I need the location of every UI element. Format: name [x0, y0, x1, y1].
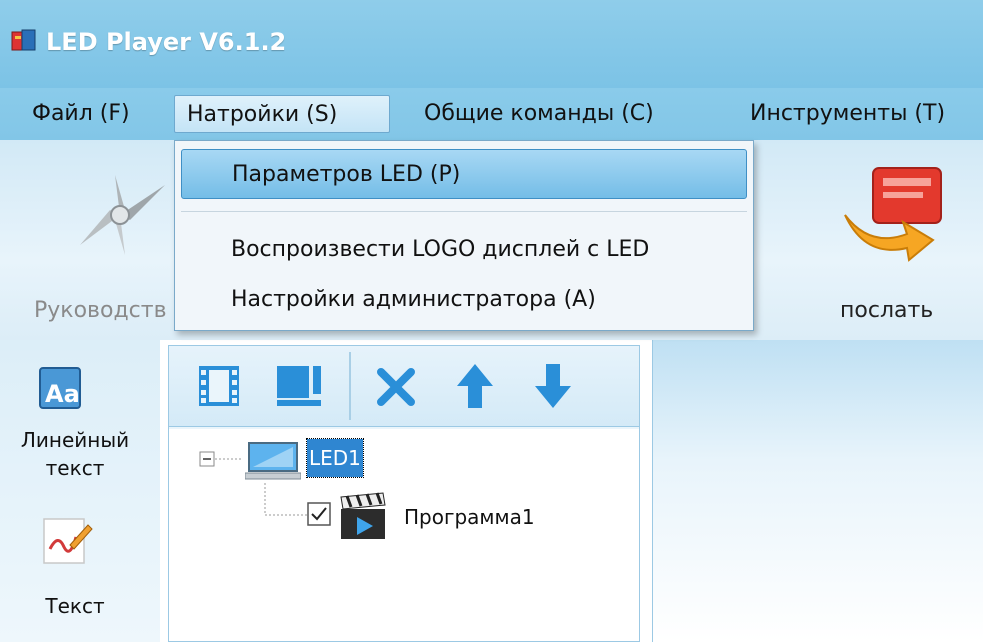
line-text-icon[interactable]: Aa: [36, 362, 86, 412]
arrow-up-icon[interactable]: [455, 362, 495, 410]
preview-panel: [652, 340, 983, 642]
menu-separator: [181, 211, 747, 212]
clapperboard-icon: [340, 492, 386, 539]
guide-label: Руководств: [34, 298, 167, 323]
delete-icon[interactable]: [375, 366, 417, 408]
menu-common-commands[interactable]: Общие команды (C): [412, 95, 666, 133]
tree-node-program1[interactable]: Программа1: [404, 505, 535, 529]
collapse-icon[interactable]: [199, 451, 215, 467]
tree-node-led1[interactable]: LED1: [306, 438, 364, 478]
monitor-icon: [245, 442, 301, 480]
svg-text:Aa: Aa: [45, 380, 80, 408]
tree-body: LED1 Программа1: [169, 429, 639, 641]
menu-file[interactable]: Файл (F): [20, 95, 142, 133]
left-tools-panel: Aa Линейный текст Текст: [0, 340, 160, 642]
program-tree-panel: LED1 Программа1: [168, 345, 640, 642]
tree-node-led1-label: LED1: [309, 446, 361, 470]
arrow-down-icon[interactable]: [533, 362, 573, 410]
menu-item-admin-settings[interactable]: Настройки администратора (A): [181, 275, 747, 325]
line-text-label-2: текст: [45, 456, 105, 480]
film-icon[interactable]: [197, 364, 241, 408]
tree-toolbar: [169, 346, 639, 427]
line-text-label-1: Линейный: [20, 428, 130, 452]
menu-tools[interactable]: Инструменты (T): [738, 95, 957, 133]
window-title: LED Player V6.1.2: [46, 28, 287, 56]
send-label[interactable]: послать: [840, 298, 933, 323]
menu-item-led-parameters[interactable]: Параметров LED (P): [181, 149, 747, 199]
text-tool-label: Текст: [45, 594, 105, 618]
toolbar-divider: [349, 352, 351, 420]
settings-dropdown: Параметров LED (P) Воспроизвести LOGO ди…: [174, 140, 754, 331]
menu-item-play-logo[interactable]: Воспроизвести LOGO дисплей с LED: [181, 225, 747, 275]
area-icon[interactable]: [275, 364, 325, 408]
text-icon[interactable]: [40, 515, 94, 569]
menu-settings[interactable]: Натройки (S): [174, 95, 390, 133]
app-icon: [11, 29, 36, 51]
program-checkbox[interactable]: [307, 502, 331, 526]
menu-bar: Файл (F) Натройки (S) Общие команды (C) …: [0, 88, 983, 140]
compass-icon[interactable]: [70, 160, 170, 270]
title-bar: LED Player V6.1.2: [0, 0, 983, 88]
send-icon[interactable]: [835, 160, 950, 265]
